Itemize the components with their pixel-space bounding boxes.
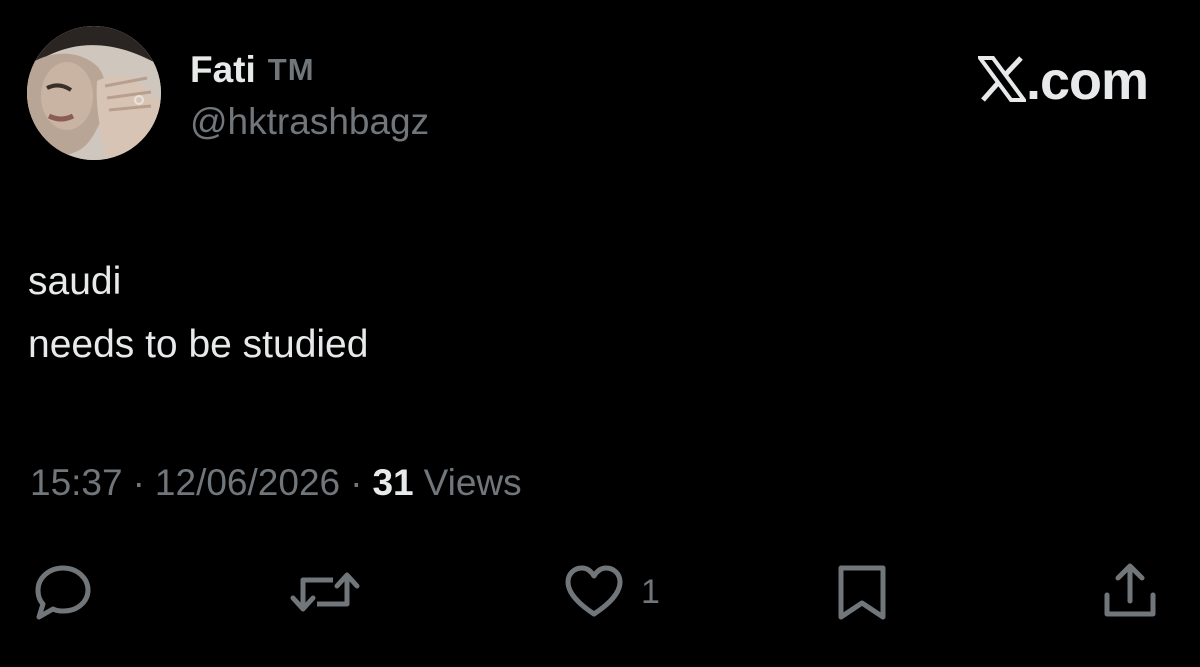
x-logo-icon <box>975 55 1028 107</box>
bookmark-icon <box>834 562 890 622</box>
meta-separator: · <box>350 462 363 503</box>
share-button[interactable] <box>1099 560 1161 624</box>
reply-button[interactable] <box>31 560 95 624</box>
tweet-meta: 15:37 · 12/06/2026 · 31 Views <box>30 462 522 504</box>
bookmark-button[interactable] <box>834 560 890 624</box>
views-label[interactable]: Views <box>424 462 522 504</box>
like-button[interactable]: 1 <box>563 560 660 624</box>
author-name-row[interactable]: Fati TM <box>190 48 315 92</box>
like-count: 1 <box>641 572 660 611</box>
display-name[interactable]: Fati <box>190 49 256 91</box>
x-com-brand: .com <box>975 50 1149 112</box>
repost-button[interactable] <box>287 560 363 624</box>
meta-separator: · <box>132 462 145 503</box>
author-handle[interactable]: @hktrashbagz <box>190 101 429 143</box>
tweet-text: saudi needs to be studied <box>28 250 368 376</box>
repost-icon <box>287 562 363 622</box>
reply-icon <box>31 562 95 622</box>
tweet-date[interactable]: 12/06/2026 <box>155 462 340 504</box>
brand-domain: .com <box>1025 51 1149 111</box>
heart-icon <box>563 564 625 620</box>
name-suffix: TM <box>267 52 315 87</box>
tweet-line: saudi <box>28 260 122 303</box>
tweet-line: needs to be studied <box>28 323 369 366</box>
views-count[interactable]: 31 <box>372 462 413 504</box>
share-icon <box>1099 561 1161 623</box>
avatar[interactable] <box>27 26 161 160</box>
action-bar: 1 <box>0 560 1200 624</box>
tweet-card: Fati TM @hktrashbagz .com saudi needs to… <box>0 0 1200 667</box>
tweet-time[interactable]: 15:37 <box>30 462 123 504</box>
